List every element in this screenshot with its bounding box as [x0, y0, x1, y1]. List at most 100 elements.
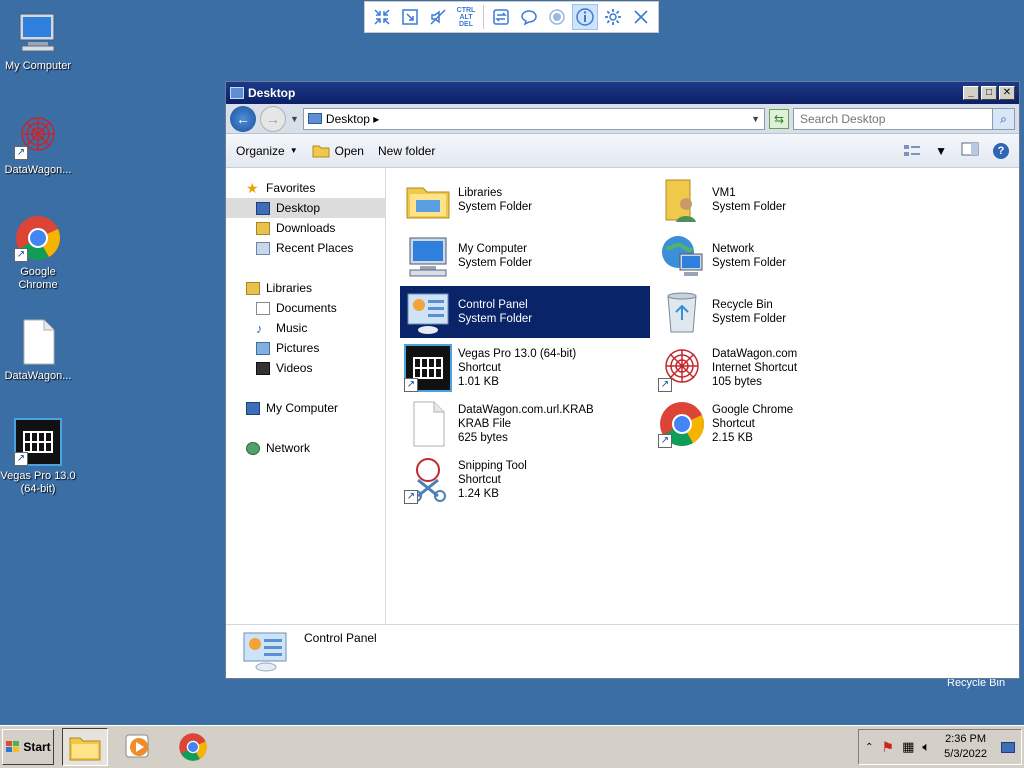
libraries-icon [246, 281, 260, 295]
action-center-flag-icon[interactable]: ⚑ [882, 739, 895, 756]
file-item-vm1[interactable]: VM1 System Folder [654, 174, 904, 226]
file-item-network[interactable]: Network System Folder [654, 230, 904, 282]
file-item-text: Google Chrome Shortcut 2.15 KB [712, 404, 794, 444]
help-icon[interactable]: ? [993, 142, 1009, 159]
scale-icon[interactable] [397, 4, 423, 30]
clock[interactable]: 2:36 PM 5/3/2022 [944, 732, 987, 762]
del-label: DEL [458, 20, 473, 28]
datawagon-icon: ↗ [658, 344, 706, 392]
nav-favorites[interactable]: ★ Favorites [226, 178, 385, 198]
file-item-datawagon[interactable]: ↗ DataWagon.com Internet Shortcut 105 by… [654, 342, 904, 394]
info-icon[interactable] [572, 4, 598, 30]
details-control-panel-icon [242, 629, 290, 672]
taskbar-media-player[interactable] [116, 728, 162, 766]
open-button[interactable]: Open [312, 144, 364, 158]
desktop-icon-vegas-pro[interactable]: ↗ Vegas Pro 13.0 (64-bit) [0, 418, 76, 496]
computer-icon [14, 8, 62, 56]
nav-documents[interactable]: Documents [226, 298, 385, 318]
chrome-icon: ↗ [658, 400, 706, 448]
folder-icon [69, 737, 101, 761]
desktop-icon-datawagon-1[interactable]: ↗ DataWagon... [0, 112, 76, 177]
search-icon[interactable]: ⌕ [992, 108, 1014, 129]
network-icon [658, 232, 706, 280]
desktop-icon-my-computer[interactable]: My Computer [0, 8, 76, 73]
shortcut-arrow-icon: ↗ [14, 248, 28, 262]
vegas-icon: ↗ [14, 418, 62, 466]
gear-icon[interactable] [600, 4, 626, 30]
start-button[interactable]: Start [2, 729, 54, 765]
pictures-icon [256, 341, 270, 355]
ctrl-alt-del-button[interactable]: CTRL ALT DEL [453, 4, 479, 30]
nav-network[interactable]: Network [226, 438, 385, 458]
file-item-recycle-bin[interactable]: Recycle Bin System Folder [654, 286, 904, 338]
search-box: ⌕ [793, 107, 1015, 130]
vegas-icon: ↗ [404, 344, 452, 392]
nav-desktop[interactable]: Desktop [226, 198, 385, 218]
file-item-krab-file[interactable]: DataWagon.com.url.KRAB KRAB File 625 byt… [400, 398, 650, 450]
change-view-button[interactable] [903, 144, 921, 158]
window-title: Desktop [248, 86, 296, 100]
preview-pane-button[interactable] [961, 142, 979, 159]
folder-icon [312, 145, 330, 157]
maximize-button[interactable]: □ [981, 86, 997, 100]
show-hidden-icons-icon[interactable]: ⌃ [865, 742, 873, 753]
address-field[interactable]: Desktop ▸ ▼ [302, 107, 765, 130]
volume-icon[interactable]: 🔈︎ [922, 739, 930, 755]
switch-icon[interactable] [488, 4, 514, 30]
search-input[interactable] [794, 108, 992, 129]
back-button[interactable]: ← [230, 105, 256, 132]
close-icon[interactable] [628, 4, 654, 30]
record-icon[interactable] [544, 4, 570, 30]
window-titlebar[interactable]: Desktop _ □ ✕ [226, 82, 1019, 104]
recent-pages-dropdown[interactable]: ▼ [290, 114, 299, 124]
nav-libraries[interactable]: Libraries [226, 278, 385, 298]
taskbar-explorer[interactable] [62, 728, 108, 766]
close-button[interactable]: ✕ [999, 86, 1015, 100]
forward-button[interactable]: → [260, 105, 286, 132]
network-tray-icon[interactable]: ▦ [902, 739, 914, 755]
file-item-control-panel[interactable]: Control Panel System Folder [400, 286, 650, 338]
navigation-pane: ★ Favorites Desktop Downloads Recent Pla… [226, 168, 386, 624]
chat-icon[interactable] [516, 4, 542, 30]
desktop-icon-datawagon-2[interactable]: DataWagon... [0, 318, 76, 383]
details-name: Control Panel [304, 631, 377, 645]
preview-pane-icon [961, 142, 979, 156]
address-bar: ← → ▼ Desktop ▸ ▼ ⇆ ⌕ [226, 104, 1019, 134]
nav-recent-places[interactable]: Recent Places [226, 238, 385, 258]
minimize-button[interactable]: _ [963, 86, 979, 100]
nav-music[interactable]: ♪ Music [226, 318, 385, 338]
taskbar-chrome[interactable] [170, 728, 216, 766]
show-desktop-icon[interactable] [1001, 741, 1015, 753]
file-item-snipping-tool[interactable]: ↗ Snipping Tool Shortcut 1.24 KB [400, 454, 650, 506]
nav-downloads[interactable]: Downloads [226, 218, 385, 238]
refresh-button[interactable]: ⇆ [769, 108, 789, 129]
new-folder-button[interactable]: New folder [378, 144, 435, 158]
desktop-icon [256, 201, 270, 215]
nav-videos[interactable]: Videos [226, 358, 385, 378]
nav-pictures[interactable]: Pictures [226, 338, 385, 358]
file-item-google-chrome[interactable]: ↗ Google Chrome Shortcut 2.15 KB [654, 398, 904, 450]
address-dropdown-icon[interactable]: ▼ [751, 114, 760, 124]
file-item-my-computer[interactable]: My Computer System Folder [400, 230, 650, 282]
remote-toolbar: CTRL ALT DEL [364, 1, 659, 33]
file-item-text: Libraries System Folder [458, 187, 533, 213]
datawagon-icon: ↗ [14, 112, 62, 160]
mute-icon[interactable] [425, 4, 451, 30]
fit-screen-icon[interactable] [369, 4, 395, 30]
computer-icon [246, 401, 260, 415]
file-item-vegas-pro[interactable]: ↗ Vegas Pro 13.0 (64-bit) Shortcut 1.01 … [400, 342, 650, 394]
address-crumb[interactable]: Desktop ▸ [326, 112, 747, 126]
nav-my-computer[interactable]: My Computer [226, 398, 385, 418]
open-label: Open [334, 143, 364, 158]
view-dropdown-icon[interactable]: ▼ [935, 144, 947, 158]
documents-icon [256, 301, 270, 315]
organize-button[interactable]: Organize ▼ [236, 144, 298, 158]
start-label: Start [23, 740, 51, 754]
downloads-folder-icon [256, 221, 270, 235]
details-pane: Control Panel [226, 624, 1019, 676]
file-item-libraries[interactable]: Libraries System Folder [400, 174, 650, 226]
desktop-icon-google-chrome[interactable]: ↗ Google Chrome [0, 214, 76, 292]
user-folder-icon [658, 176, 706, 224]
desktop-icon-label: Vegas Pro 13.0 (64-bit) [0, 470, 76, 495]
recent-places-icon [256, 241, 270, 255]
